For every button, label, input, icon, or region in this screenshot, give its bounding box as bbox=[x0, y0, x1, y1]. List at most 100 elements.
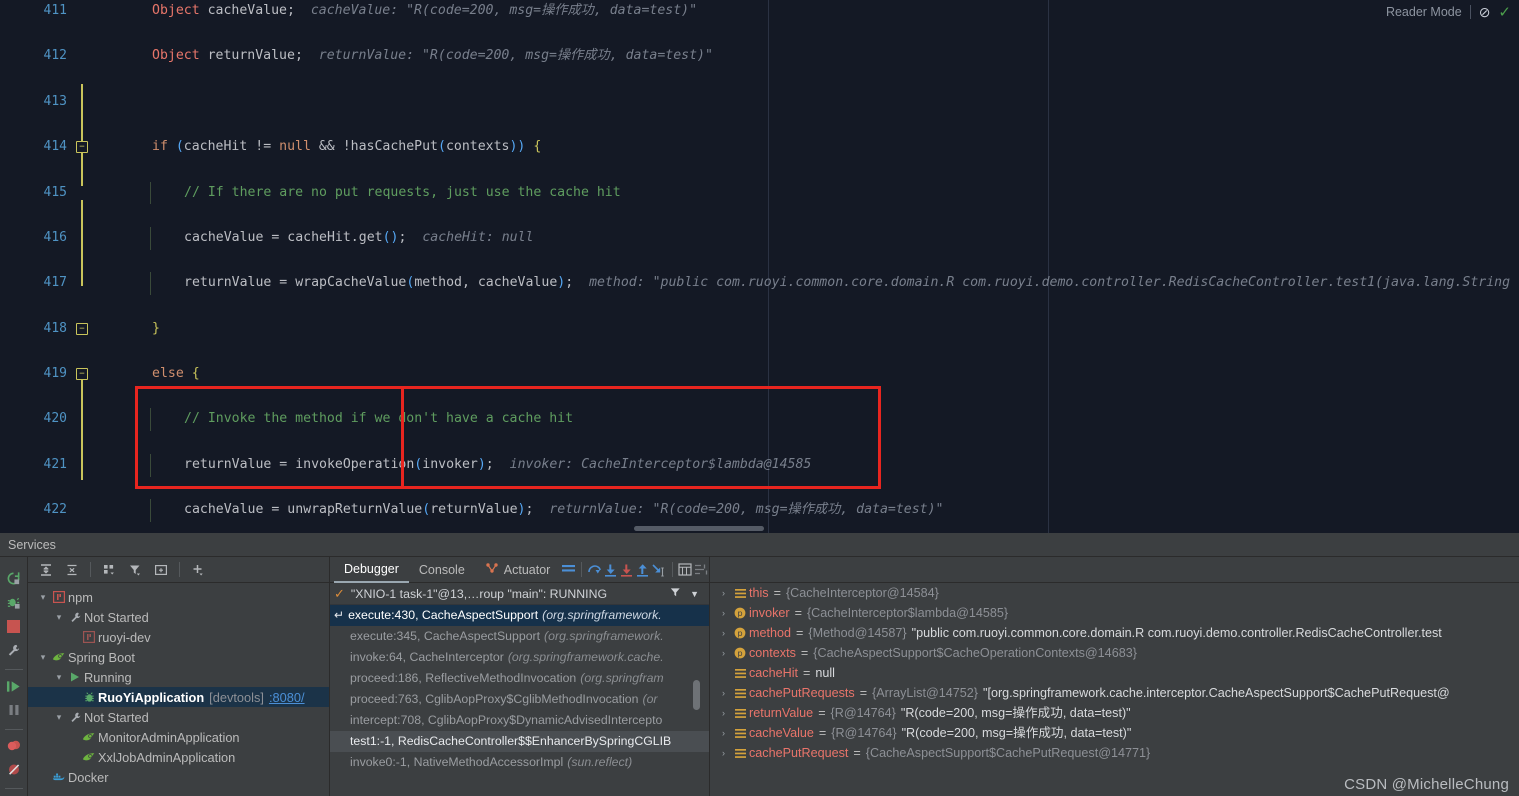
tab-actuator[interactable]: Actuator bbox=[475, 557, 561, 583]
fold-end-icon[interactable]: − bbox=[76, 323, 88, 335]
code-editor[interactable]: Reader Mode ⊘ ✓ 411 Object cacheValue; c… bbox=[0, 0, 1519, 533]
variable-row-cacheputrequest[interactable]: › cachePutRequest = {CacheAspectSupport$… bbox=[710, 743, 1519, 763]
debugger-tab-bar[interactable]: Debugger Console Actuator bbox=[330, 557, 709, 583]
chevron-right-icon[interactable]: › bbox=[716, 643, 731, 663]
chevron-right-icon[interactable]: › bbox=[716, 603, 731, 623]
pause-program-icon[interactable] bbox=[3, 701, 25, 720]
debug-icon[interactable] bbox=[3, 593, 25, 612]
code-line-418[interactable]: 418 − } bbox=[0, 318, 1519, 341]
tree-item-ruoyi-dev[interactable]: ruoyi-dev bbox=[28, 627, 329, 647]
tree-item-ruoyiapplication[interactable]: RuoYiApplication [devtools] :8080/ bbox=[28, 687, 329, 707]
group-by-icon[interactable] bbox=[97, 559, 121, 581]
step-into-icon[interactable] bbox=[603, 559, 619, 581]
code-line-419[interactable]: 419 − else { bbox=[0, 363, 1519, 386]
chevron-down-icon[interactable]: ▾ bbox=[52, 672, 66, 683]
fold-gutter[interactable] bbox=[76, 499, 94, 522]
frame-row[interactable]: test1:-1, RedisCacheController$$Enhancer… bbox=[330, 731, 709, 752]
chevron-right-icon[interactable]: › bbox=[716, 683, 731, 703]
step-over-icon[interactable] bbox=[587, 559, 603, 581]
code-line-416[interactable]: 416 cacheValue = cacheHit.get(); cacheHi… bbox=[0, 227, 1519, 250]
services-toolbar[interactable] bbox=[28, 557, 329, 583]
step-out-icon[interactable] bbox=[635, 559, 651, 581]
chevron-down-icon[interactable]: ▾ bbox=[36, 592, 50, 603]
tree-item-npm-not-started[interactable]: ▾ Not Started bbox=[28, 607, 329, 627]
chevron-right-icon[interactable]: › bbox=[716, 623, 731, 643]
code-line-422[interactable]: 422 cacheValue = unwrapReturnValue(retur… bbox=[0, 499, 1519, 522]
tree-item-monitoradminapplication[interactable]: MonitorAdminApplication bbox=[28, 727, 329, 747]
tab-console[interactable]: Console bbox=[409, 557, 475, 583]
add-icon[interactable] bbox=[186, 559, 210, 581]
fold-gutter[interactable] bbox=[76, 91, 94, 114]
fold-collapse-icon[interactable]: − bbox=[76, 368, 88, 380]
tree-item-npm[interactable]: ▾ npm bbox=[28, 587, 329, 607]
frame-row[interactable]: ↵ execute:430, CacheAspectSupport (org.s… bbox=[330, 605, 709, 626]
filter-icon[interactable] bbox=[669, 586, 682, 602]
mute-breakpoints-icon[interactable] bbox=[3, 760, 25, 779]
filter-icon[interactable] bbox=[123, 559, 147, 581]
code-line-415[interactable]: 415 // If there are no put requests, jus… bbox=[0, 182, 1519, 205]
variable-row-method[interactable]: › p method = {Method@14587} "public com.… bbox=[710, 623, 1519, 643]
chevron-down-icon[interactable]: ▾ bbox=[52, 712, 66, 723]
eye-crossed-icon[interactable]: ⊘ bbox=[1479, 5, 1491, 19]
code-line-414[interactable]: 414 − if (cacheHit != null && !hasCacheP… bbox=[0, 136, 1519, 159]
fold-gutter[interactable] bbox=[76, 0, 94, 23]
variable-row-contexts[interactable]: › p contexts = {CacheAspectSupport$Cache… bbox=[710, 643, 1519, 663]
collapse-all-icon[interactable] bbox=[60, 559, 84, 581]
services-panel-title[interactable]: Services bbox=[0, 533, 1519, 557]
frame-row[interactable]: invoke:64, CacheInterceptor (org.springf… bbox=[330, 647, 709, 668]
tree-item-spring-boot[interactable]: ▾ Spring Boot bbox=[28, 647, 329, 667]
show-services-tree-icon[interactable] bbox=[149, 559, 173, 581]
view-breakpoints-icon[interactable] bbox=[3, 736, 25, 755]
frame-row[interactable]: invoke0:-1, NativeMethodAccessorImpl (su… bbox=[330, 752, 709, 773]
call-stack-frames[interactable]: ↵ execute:430, CacheAspectSupport (org.s… bbox=[330, 605, 709, 773]
fold-gutter[interactable] bbox=[76, 227, 94, 250]
chevron-down-icon[interactable]: ▼ bbox=[688, 589, 705, 599]
frame-row[interactable]: proceed:186, ReflectiveMethodInvocation … bbox=[330, 668, 709, 689]
fold-gutter[interactable] bbox=[76, 408, 94, 431]
tree-item-xxljobadminapplication[interactable]: XxlJobAdminApplication bbox=[28, 747, 329, 767]
chevron-right-icon[interactable]: › bbox=[716, 743, 731, 763]
fold-gutter[interactable] bbox=[76, 454, 94, 477]
chevron-right-icon[interactable]: › bbox=[716, 583, 731, 603]
services-tree-panel[interactable]: ▾ npm ▾ Not Started ruoyi-dev ▾ Spring bbox=[28, 557, 330, 796]
code-line-412[interactable]: 412 Object returnValue; returnValue: "R(… bbox=[0, 45, 1519, 68]
fold-gutter[interactable] bbox=[76, 45, 94, 68]
variables-panel[interactable]: › this = {CacheInterceptor@14584} › p in… bbox=[710, 557, 1519, 796]
chevron-down-icon[interactable]: ▾ bbox=[52, 612, 66, 623]
evaluate-expression-icon[interactable] bbox=[677, 559, 693, 581]
code-line-417[interactable]: 417 returnValue = wrapCacheValue(method,… bbox=[0, 272, 1519, 295]
code-line-420[interactable]: 420 // Invoke the method if we don't hav… bbox=[0, 408, 1519, 431]
fold-collapse-icon[interactable]: − bbox=[76, 141, 88, 153]
fold-bracket-for[interactable] bbox=[81, 370, 83, 480]
expand-all-icon[interactable] bbox=[34, 559, 58, 581]
variable-row-cachevalue[interactable]: › cacheValue = {R@14764} "R(code=200, ms… bbox=[710, 723, 1519, 743]
thread-selector[interactable]: ✓ "XNIO-1 task-1"@13,…roup "main": RUNNI… bbox=[330, 583, 709, 605]
force-step-into-icon[interactable] bbox=[619, 559, 635, 581]
reader-mode-indicator[interactable]: Reader Mode ⊘ ✓ bbox=[1376, 2, 1511, 22]
frames-scrollbar[interactable] bbox=[693, 680, 700, 710]
variable-row-returnvalue[interactable]: › returnValue = {R@14764} "R(code=200, m… bbox=[710, 703, 1519, 723]
run-to-cursor-icon[interactable] bbox=[651, 559, 667, 581]
rerun-icon[interactable] bbox=[3, 569, 25, 588]
app-port-link[interactable]: :8080/ bbox=[269, 690, 305, 705]
resume-program-icon[interactable] bbox=[3, 677, 25, 696]
frame-row[interactable]: execute:345, CacheAspectSupport (org.spr… bbox=[330, 626, 709, 647]
settings-wrench-icon[interactable] bbox=[3, 641, 25, 660]
fold-gutter[interactable] bbox=[76, 272, 94, 295]
variable-row-this[interactable]: › this = {CacheInterceptor@14584} bbox=[710, 583, 1519, 603]
debugger-panel[interactable]: Debugger Console Actuator bbox=[330, 557, 710, 796]
check-icon[interactable]: ✓ bbox=[1498, 5, 1511, 20]
tree-item-docker[interactable]: Docker bbox=[28, 767, 329, 787]
tab-debugger[interactable]: Debugger bbox=[334, 557, 409, 583]
code-line-421[interactable]: 421 returnValue = invokeOperation(invoke… bbox=[0, 454, 1519, 477]
variable-row-invoker[interactable]: › p invoker = {CacheInterceptor$lambda@1… bbox=[710, 603, 1519, 623]
chevron-right-icon[interactable]: › bbox=[716, 723, 731, 743]
stop-icon[interactable] bbox=[3, 617, 25, 636]
code-line-413[interactable]: 413 bbox=[0, 91, 1519, 114]
frame-row[interactable]: intercept:708, CglibAopProxy$DynamicAdvi… bbox=[330, 710, 709, 731]
fold-bracket-if[interactable] bbox=[81, 84, 83, 186]
tree-item-spring-not-started[interactable]: ▾ Not Started bbox=[28, 707, 329, 727]
threads-and-variables-icon[interactable] bbox=[560, 559, 576, 581]
variable-row-cacheputrequests[interactable]: › cachePutRequests = {ArrayList@14752} "… bbox=[710, 683, 1519, 703]
tree-item-running[interactable]: ▾ Running bbox=[28, 667, 329, 687]
